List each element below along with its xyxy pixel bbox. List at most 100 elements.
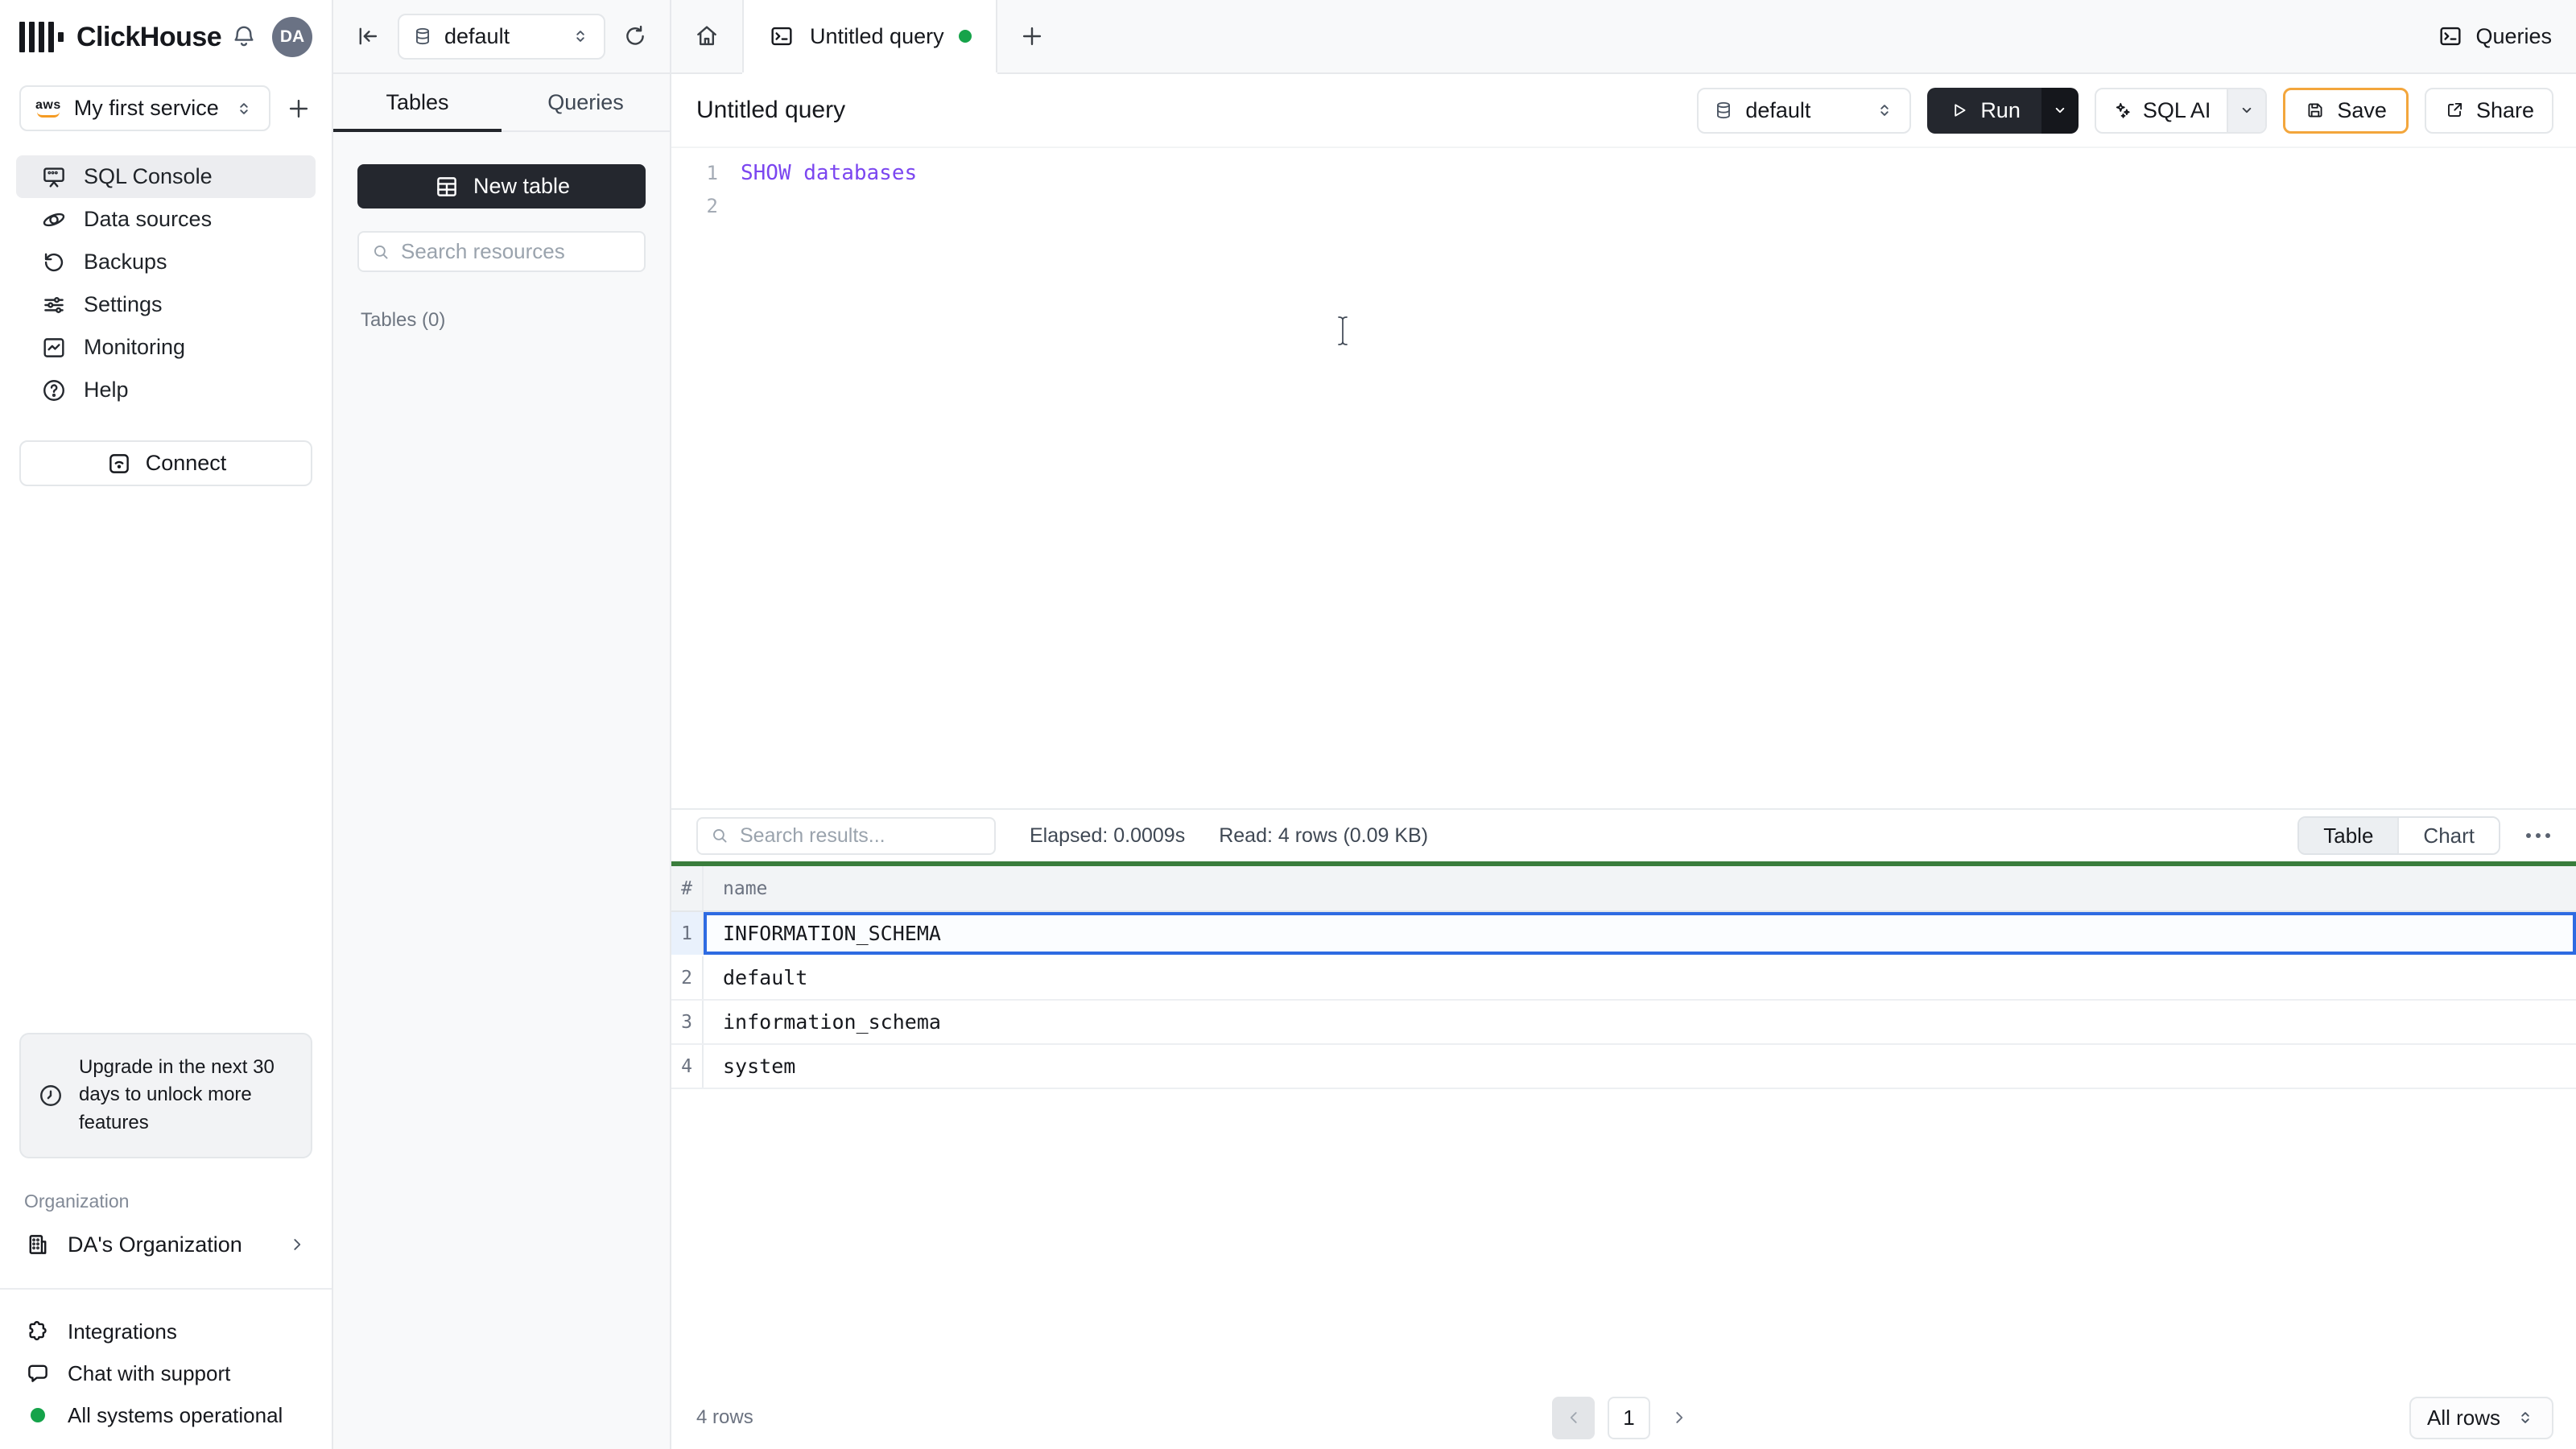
search-results-box[interactable] — [696, 816, 996, 855]
new-table-button[interactable]: New table — [357, 164, 646, 208]
sql-code[interactable]: SHOW databases — [741, 161, 917, 185]
query-title[interactable]: Untitled query — [696, 97, 845, 124]
database-selector-value: default — [444, 23, 510, 48]
table-row[interactable]: 1 INFORMATION_SCHEMA — [671, 912, 2576, 956]
terminal-icon — [2437, 23, 2464, 50]
service-name: My first service — [73, 96, 219, 120]
database-selector-query[interactable]: default — [1697, 87, 1912, 134]
data-sources-icon — [40, 206, 68, 233]
share-external-icon — [2444, 100, 2465, 121]
view-table-tab[interactable]: Table — [2299, 818, 2398, 853]
previous-page-button[interactable] — [1552, 1396, 1595, 1439]
page-size-selector[interactable]: All rows — [2409, 1396, 2553, 1439]
run-button[interactable]: Run — [1927, 87, 2041, 134]
service-selector[interactable]: aws My first service — [19, 85, 270, 131]
upgrade-notice[interactable]: Upgrade in the next 30 days to unlock mo… — [19, 1032, 312, 1158]
integrations-label: Integrations — [68, 1319, 177, 1344]
tab-queries[interactable]: Queries — [502, 74, 670, 130]
pagination: 1 — [1552, 1396, 1695, 1439]
results-footer: 4 rows 1 All rows — [671, 1386, 2576, 1449]
query-workspace: Untitled query default Run SQL AI Save S… — [671, 74, 2576, 1449]
search-icon — [370, 242, 391, 262]
tab-bar-left-controls: default — [333, 0, 671, 72]
sidebar-item-label: Settings — [84, 292, 163, 316]
tab-tables[interactable]: Tables — [333, 74, 502, 132]
database-selector-tabbar[interactable]: default — [398, 13, 605, 60]
row-index: 2 — [671, 956, 704, 999]
collapse-panel-icon[interactable] — [354, 23, 382, 50]
sidebar-item-label: SQL Console — [84, 164, 213, 188]
user-avatar[interactable]: DA — [272, 17, 312, 57]
chevron-down-icon — [2236, 100, 2257, 121]
chevron-updown-icon — [2515, 1407, 2536, 1428]
sql-editor[interactable]: 1 SHOW databases 2 — [671, 148, 2576, 808]
sql-ai-options-button[interactable] — [2227, 89, 2266, 132]
page-size-value: All rows — [2426, 1405, 2500, 1430]
chat-bubble-icon — [24, 1360, 52, 1387]
row-value[interactable]: INFORMATION_SCHEMA — [704, 912, 2576, 955]
queries-button[interactable]: Queries — [2437, 0, 2552, 72]
refresh-icon[interactable] — [621, 23, 649, 50]
column-header-index[interactable]: # — [671, 866, 704, 910]
home-tab[interactable] — [671, 0, 742, 72]
upgrade-notice-text: Upgrade in the next 30 days to unlock mo… — [79, 1055, 275, 1134]
run-options-button[interactable] — [2041, 87, 2079, 134]
sidebar-item-integrations[interactable]: Integrations — [0, 1311, 332, 1352]
editor-line[interactable]: 2 — [671, 189, 2576, 222]
sidebar-item-data-sources[interactable]: Data sources — [16, 198, 316, 241]
connect-button[interactable]: Connect — [19, 440, 312, 486]
brand-name: ClickHouse — [76, 21, 222, 52]
run-label: Run — [1980, 97, 2021, 122]
add-service-button[interactable] — [285, 95, 312, 122]
view-chart-tab[interactable]: Chart — [2397, 818, 2499, 853]
row-value[interactable]: information_schema — [704, 1001, 2576, 1043]
sql-ai-button[interactable]: SQL AI — [2096, 89, 2227, 132]
more-options-icon[interactable] — [2523, 825, 2553, 846]
tables-section-label: Tables (0) — [361, 309, 446, 331]
search-resources-box[interactable] — [357, 231, 646, 272]
main-area: default Untitled query Queries Tables Qu… — [333, 0, 2576, 1449]
sidebar-item-sql-console[interactable]: SQL Console — [16, 155, 316, 198]
table-row[interactable]: 2 default — [671, 956, 2576, 1001]
row-index: 1 — [671, 912, 704, 955]
system-status-row[interactable]: All systems operational — [0, 1394, 332, 1436]
clickhouse-logo-icon — [19, 21, 64, 53]
sidebar-item-chat-support[interactable]: Chat with support — [0, 1352, 332, 1394]
tab-untitled-query[interactable]: Untitled query — [742, 0, 997, 72]
play-icon — [1948, 100, 1969, 121]
tab-bar: default Untitled query Queries — [333, 0, 2576, 74]
plus-icon — [1018, 23, 1046, 50]
unsaved-changes-dot-icon — [958, 30, 972, 43]
save-button[interactable]: Save — [2283, 87, 2409, 134]
save-floppy-icon — [2305, 100, 2326, 121]
chevron-right-icon — [1669, 1407, 1690, 1428]
table-grid-icon — [433, 173, 460, 200]
notifications-bell-icon[interactable] — [230, 23, 258, 51]
new-tab-button[interactable] — [997, 0, 1067, 72]
chevron-updown-icon — [233, 98, 254, 119]
sidebar-item-settings[interactable]: Settings — [16, 283, 316, 326]
row-count: 4 rows — [696, 1406, 753, 1428]
integrations-puzzle-icon — [24, 1318, 52, 1345]
row-value[interactable]: default — [704, 956, 2576, 999]
rows-read: Read: 4 rows (0.09 KB) — [1219, 824, 1429, 847]
table-row[interactable]: 4 system — [671, 1045, 2576, 1089]
sidebar-item-backups[interactable]: Backups — [16, 241, 316, 283]
editor-line[interactable]: 1 SHOW databases — [671, 156, 2576, 189]
sidebar-item-help[interactable]: Help — [16, 369, 316, 411]
table-row[interactable]: 3 information_schema — [671, 1001, 2576, 1045]
database-icon — [1713, 100, 1734, 121]
row-value[interactable]: system — [704, 1045, 2576, 1088]
elapsed-time: Elapsed: 0.0009s — [1030, 824, 1186, 847]
column-header-name[interactable]: name — [704, 866, 2576, 910]
search-results-input[interactable] — [740, 824, 983, 848]
next-page-button[interactable] — [1663, 1407, 1695, 1428]
backups-icon — [40, 249, 68, 276]
organization-row[interactable]: DA's Organization — [0, 1222, 332, 1267]
current-page[interactable]: 1 — [1608, 1396, 1650, 1439]
search-resources-input[interactable] — [401, 239, 633, 264]
share-button[interactable]: Share — [2424, 87, 2553, 134]
sidebar-item-monitoring[interactable]: Monitoring — [16, 326, 316, 369]
sidebar-item-label: Data sources — [84, 207, 213, 231]
organization-name: DA's Organization — [68, 1232, 242, 1257]
